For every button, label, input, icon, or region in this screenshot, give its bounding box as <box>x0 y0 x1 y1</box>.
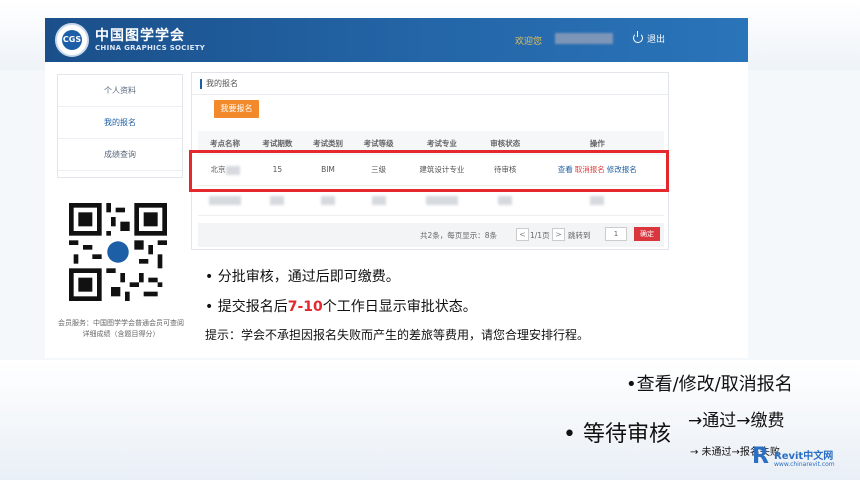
sidebar-item-score-query[interactable]: 成绩查询 <box>58 139 182 171</box>
logout-button[interactable]: 退出 <box>633 31 666 45</box>
revit-watermark-logo: R Revit中文网 www.chinarevit.com <box>752 444 852 474</box>
prev-page-button[interactable]: < <box>516 228 529 241</box>
pagination-info: 共2条，每页显示：8条 <box>420 231 498 240</box>
current-page: 1/1页 <box>530 231 550 240</box>
highlight-box <box>189 150 669 192</box>
welcome-text: 欢迎您 <box>515 37 543 47</box>
bullet-batch-review: • 分批审核，通过后即可缴费。 <box>205 269 400 285</box>
apply-button[interactable]: 我要报名 <box>214 100 259 118</box>
society-logo-icon: CGS <box>55 23 89 57</box>
watermark-title: Revit中文网 <box>774 451 834 462</box>
pagination-bar: 共2条，每页显示：8条 < 1/1页 > 跳转到 1 确定 <box>198 223 664 247</box>
qr-code-icon <box>69 203 167 301</box>
goto-confirm-button[interactable]: 确定 <box>634 227 660 241</box>
goto-page-input[interactable]: 1 <box>605 227 627 241</box>
logout-label: 退出 <box>647 35 666 45</box>
sidebar-item-profile[interactable]: 个人资料 <box>58 75 182 107</box>
power-icon <box>633 31 643 43</box>
redacted-block <box>209 195 241 205</box>
qr-caption: 会员服务：中国图学学会普通会员可查阅详细成绩（含题目得分） <box>58 319 184 338</box>
panel-title: 我的报名 <box>192 73 668 95</box>
bullet-approval-post: 个工作日显示审批状态。 <box>322 299 477 315</box>
bullet-approval-time: • 提交报名后7-10个工作日显示审批状态。 <box>205 296 477 316</box>
username-redacted <box>555 33 613 44</box>
bullet-approval-pre: • 提交报名后 <box>205 299 288 315</box>
brand-name-cn: 中国图学学会 <box>95 28 185 44</box>
watermark-url: www.chinarevit.com <box>774 461 835 468</box>
redacted-block <box>590 195 605 205</box>
annotation-operations: •查看/修改/取消报名 <box>626 374 793 395</box>
redacted-block <box>320 195 335 205</box>
sidebar-nav: 个人资料 我的报名 成绩查询 <box>57 74 183 178</box>
redacted-block <box>371 195 386 205</box>
annotation-waiting-review: • 等待审核 <box>563 422 671 447</box>
logo-inner-text: CGS <box>62 30 82 50</box>
bullet-approval-days: 7-10 <box>287 299 323 315</box>
watermark-letter: R <box>752 444 769 469</box>
goto-label: 跳转到 <box>568 231 591 240</box>
sidebar-item-my-registration[interactable]: 我的报名 <box>58 107 182 139</box>
tip-text: 提示：学会不承担因报名失败而产生的差旅等费用，请您合理安排行程。 <box>205 328 590 342</box>
redacted-block <box>270 195 285 205</box>
redacted-block <box>425 195 458 205</box>
next-page-button[interactable]: > <box>552 228 565 241</box>
brand-name-en: CHINA GRAPHICS SOCIETY <box>95 44 206 52</box>
site-header: CGS 中国图学学会 CHINA GRAPHICS SOCIETY 欢迎您 退出 <box>45 18 748 62</box>
annotation-pass-pay: →通过→缴费 <box>688 411 785 431</box>
redacted-block <box>498 195 513 205</box>
